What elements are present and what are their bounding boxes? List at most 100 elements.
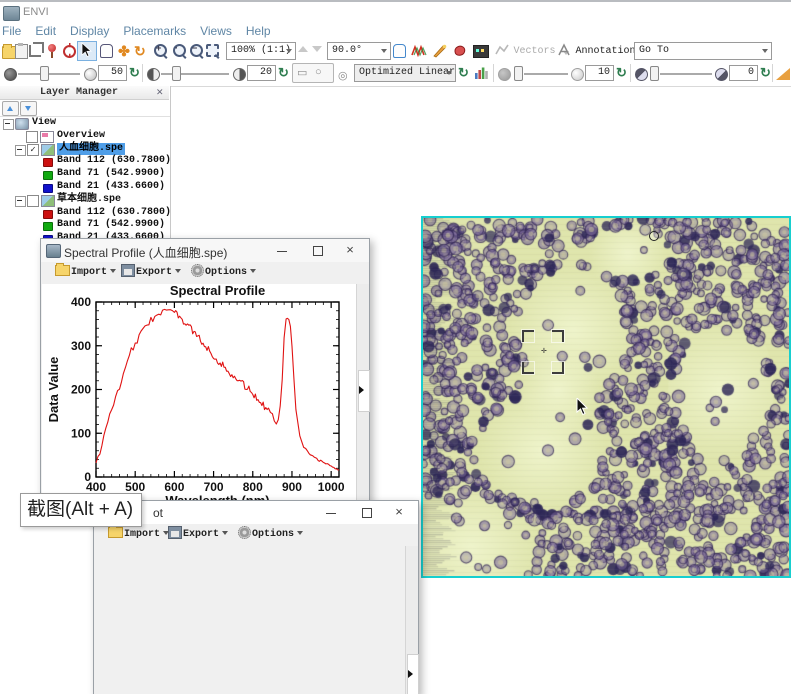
transparency-reset-icon[interactable]: ↻ (760, 65, 771, 81)
menu-item-edit[interactable]: Edit (35, 24, 56, 38)
sharpen-slider-track[interactable] (524, 73, 568, 75)
band-label[interactable]: Band 71 (542.9900) (57, 219, 165, 232)
contrast-input[interactable]: 20 (247, 65, 276, 81)
export-dropdown[interactable]: Export (136, 265, 181, 281)
export-dropdown[interactable]: Export (183, 527, 228, 543)
previous-view-icon[interactable] (298, 46, 308, 52)
microscope-image[interactable] (423, 218, 789, 576)
tree-row[interactable]: 草本细胞.spe (0, 194, 170, 207)
plot-window-toolbar: Import Export Options (94, 524, 418, 546)
zoom-box-icon[interactable] (205, 43, 221, 59)
spectral-splitter[interactable] (356, 284, 369, 510)
minimize-button[interactable] (265, 239, 299, 262)
import-dropdown[interactable]: Import (71, 265, 116, 281)
svg-text:600: 600 (164, 480, 184, 494)
spectral-window-titlebar[interactable]: Spectral Profile (人血细胞.spe) × (41, 239, 369, 263)
spectral-chart[interactable]: Spectral Profile400500600700800900100001… (42, 281, 354, 507)
maximize-button[interactable] (349, 501, 383, 524)
transparency-slider-thumb[interactable] (650, 66, 659, 81)
layer-checkbox[interactable] (27, 195, 39, 207)
close-button[interactable]: × (333, 239, 367, 262)
stretch-rect-icon[interactable]: ▭ (297, 66, 307, 79)
goto-combobox[interactable]: Go To (634, 42, 772, 60)
band-label[interactable]: Band 112 (630.7800) (57, 207, 170, 220)
ramp-icon[interactable] (776, 68, 790, 80)
zoom-out-icon[interactable]: − (189, 43, 205, 59)
stretch-ellipse-icon[interactable]: ○ (315, 66, 322, 78)
zoom-fixed-icon[interactable]: · (172, 43, 188, 59)
plot-window[interactable]: ot × Import Export Options (93, 500, 419, 694)
contrast-slider-thumb[interactable] (172, 66, 181, 81)
tree-row[interactable]: Band 112 (630.7800) (0, 155, 170, 168)
transparency-slider-track[interactable] (660, 73, 712, 75)
layer-checkbox[interactable]: ✓ (27, 144, 39, 156)
import-icon (55, 265, 70, 276)
sharpen-reset-icon[interactable]: ↻ (616, 65, 627, 81)
tree-row[interactable]: ✓ 人血细胞.spe (0, 143, 170, 156)
raster-color-slices-icon[interactable] (473, 45, 489, 58)
sharpen-input[interactable]: 10 (585, 65, 614, 81)
brightness-slider-thumb[interactable] (40, 66, 49, 81)
rotate-view-icon[interactable]: ↻ (134, 43, 150, 59)
roi-tool-icon[interactable] (452, 43, 468, 59)
placemark-icon[interactable] (45, 43, 61, 59)
data-manager-icon[interactable] (15, 44, 28, 59)
tree-row[interactable]: Band 112 (630.7800) (0, 207, 170, 220)
band-label[interactable]: Band 21 (433.6600) (57, 181, 165, 194)
next-view-icon[interactable] (312, 46, 322, 52)
rotation-combobox[interactable]: 90.0° (327, 42, 391, 60)
select-tool-active[interactable] (77, 41, 97, 61)
overview-checkbox[interactable] (26, 131, 38, 143)
image-view[interactable]: ✛ (421, 216, 791, 578)
plot-splitter[interactable] (405, 546, 418, 694)
spectral-profile-icon[interactable] (411, 43, 427, 59)
expander-icon[interactable] (3, 119, 14, 130)
minimize-button[interactable] (314, 501, 348, 524)
tree-row[interactable]: Band 71 (542.9900) (0, 168, 170, 181)
tree-row[interactable]: Band 21 (433.6600) (0, 181, 170, 194)
expander-icon[interactable] (15, 196, 26, 207)
expander-icon[interactable] (15, 145, 26, 156)
menu-item-display[interactable]: Display (70, 24, 109, 38)
transparency-input[interactable]: 0 (729, 65, 758, 81)
fly-tool-icon[interactable]: ✤ (116, 43, 132, 59)
menu-item-file[interactable]: File (2, 24, 21, 38)
profile-pen-icon[interactable] (432, 43, 448, 59)
stretch-reset-icon[interactable]: ↻ (458, 65, 469, 81)
chip-view-icon[interactable] (29, 45, 41, 57)
import-dropdown[interactable]: Import (124, 527, 169, 543)
brightness-slider-track[interactable] (18, 73, 80, 75)
zoom-level-combobox[interactable]: 100% (1:1) (226, 42, 296, 60)
panel-divider[interactable] (170, 86, 171, 238)
stretch-lock-icon[interactable]: ◎ (338, 69, 348, 82)
close-button[interactable]: × (382, 501, 416, 524)
tree-row[interactable]: View (0, 117, 170, 130)
tree-row[interactable]: Band 71 (542.9900) (0, 219, 170, 232)
options-dropdown[interactable]: Options (205, 265, 256, 281)
brightness-input[interactable]: 50 (98, 65, 127, 81)
tree-row[interactable]: Overview (0, 130, 170, 143)
options-dropdown[interactable]: Options (252, 527, 303, 543)
collapse-all-button[interactable] (2, 101, 19, 116)
spectral-profile-window[interactable]: Spectral Profile (人血细胞.spe) × Import Exp… (40, 238, 370, 512)
menu-item-views[interactable]: Views (200, 24, 232, 38)
menu-item-placemarks[interactable]: Placemarks (123, 24, 186, 38)
layer-manager-pin-icon[interactable]: ✕ (156, 87, 164, 98)
layer-manager-title: Layer Manager (40, 87, 118, 98)
expand-all-button[interactable] (20, 101, 37, 116)
menu-item-help[interactable]: Help (246, 24, 271, 38)
pan-tool-icon[interactable] (100, 44, 113, 58)
sharpen-slider-thumb[interactable] (514, 66, 523, 81)
histogram-stretch-icon[interactable] (474, 66, 490, 82)
stretch-type-combobox[interactable]: Optimized Linear (354, 64, 456, 82)
cursor-value-icon[interactable] (61, 43, 77, 59)
contrast-reset-icon[interactable]: ↻ (278, 65, 289, 81)
plot-window-titlebar[interactable]: ot × (94, 501, 418, 525)
crosshairs-tool-icon[interactable] (393, 44, 406, 58)
band-label[interactable]: Band 112 (630.7800) (57, 155, 170, 168)
zoom-in-icon[interactable]: + (153, 43, 169, 59)
brightness-reset-icon[interactable]: ↻ (129, 65, 140, 81)
band-label[interactable]: Band 71 (542.9900) (57, 168, 165, 181)
stretch-region-group: ▭ ○ (292, 63, 334, 83)
maximize-button[interactable] (300, 239, 334, 262)
